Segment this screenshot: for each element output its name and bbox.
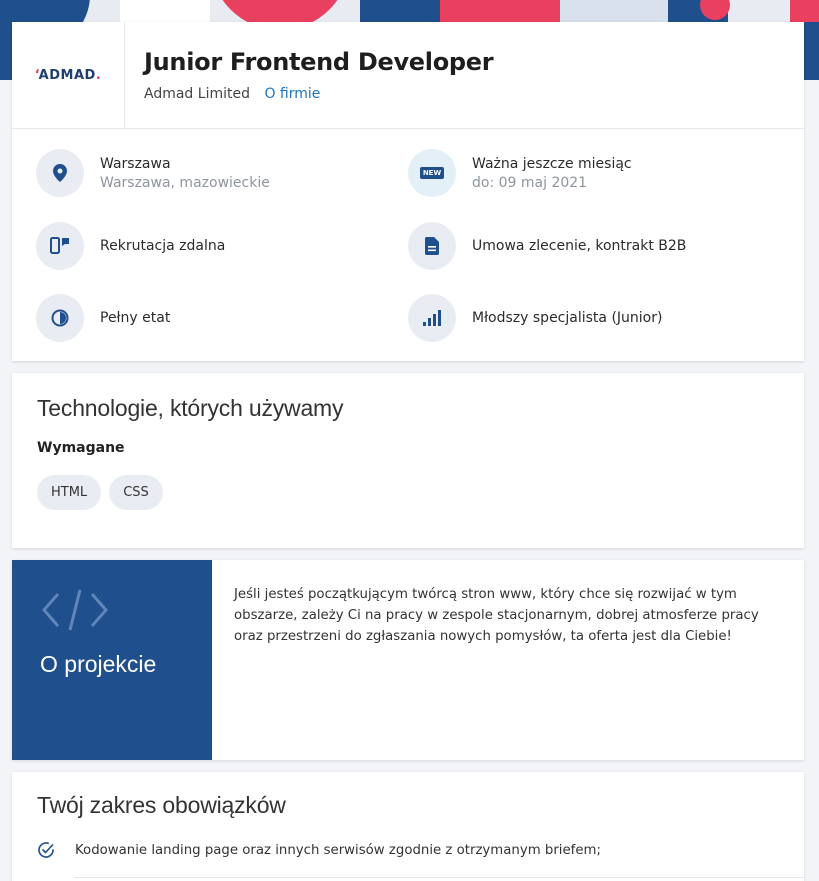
info-contract: Umowa zlecenie, kontrakt B2B [408, 222, 686, 270]
new-badge-text: NEW [419, 167, 445, 179]
level-text: Młodszy specjalista (Junior) [472, 310, 663, 326]
duty-item: Kodowanie landing page oraz innych serwi… [37, 841, 804, 859]
title-box: Junior Frontend Developer Admad Limited … [125, 22, 494, 128]
worktime-text: Pełny etat [100, 310, 171, 326]
technologies-card: Technologie, których używamy Wymagane HT… [12, 373, 804, 548]
tech-tag-html[interactable]: HTML [37, 475, 102, 510]
project-card: O projekcie Jeśli jesteś początkującym t… [12, 560, 804, 760]
company-logo[interactable]: ‘ADMAD. [12, 22, 125, 129]
check-circle-icon [38, 842, 54, 858]
contract-document-icon [408, 222, 456, 270]
location-sub: Warszawa, mazowieckie [100, 174, 270, 191]
required-label: Wymagane [37, 440, 125, 456]
duty-divider [74, 877, 804, 878]
code-icon [40, 588, 110, 636]
remote-recruitment-icon [36, 222, 84, 270]
job-title: Junior Frontend Developer [144, 48, 494, 76]
company-logo-text: ‘ADMAD. [34, 68, 102, 83]
duties-title: Twój zakres obowiązków [37, 792, 286, 818]
company-name[interactable]: Admad Limited [144, 86, 250, 102]
project-description: Jeśli jesteś początkującym twórcą stron … [234, 587, 759, 644]
info-recruitment: Rekrutacja zdalna [36, 222, 225, 270]
validity-sub: do: 09 maj 2021 [472, 174, 588, 191]
location-main: Warszawa [100, 155, 171, 172]
about-company-link[interactable]: O firmie [264, 86, 320, 102]
technologies-title: Technologie, których używamy [37, 395, 344, 421]
recruitment-text: Rekrutacja zdalna [100, 238, 226, 254]
info-location: Warszawa Warszawa, mazowieckie [36, 149, 270, 197]
offer-header-top: ‘ADMAD. Junior Frontend Developer Admad … [12, 22, 804, 129]
new-badge-icon: NEW [408, 149, 456, 197]
info-level: Młodszy specjalista (Junior) [408, 294, 662, 342]
project-side-panel: O projekcie [12, 560, 212, 760]
location-pin-icon [36, 149, 84, 197]
info-validity: NEW Ważna jeszcze miesiąc do: 09 maj 202… [408, 149, 632, 197]
offer-info-grid: Warszawa Warszawa, mazowieckie NEW Ważna… [12, 129, 804, 360]
company-line: Admad Limited O firmie [144, 86, 493, 102]
level-bars-icon [408, 294, 456, 342]
clock-icon [36, 294, 84, 342]
contract-text: Umowa zlecenie, kontrakt B2B [472, 238, 687, 254]
duty-text: Kodowanie landing page oraz innych serwi… [75, 842, 601, 858]
info-worktime: Pełny etat [36, 294, 170, 342]
required-tags: HTML CSS [37, 475, 804, 510]
project-title: O projekcie [40, 651, 157, 677]
offer-header-card: ‘ADMAD. Junior Frontend Developer Admad … [12, 22, 804, 361]
validity-main: Ważna jeszcze miesiąc [472, 155, 632, 172]
tech-tag-css[interactable]: CSS [109, 475, 163, 510]
duties-card: Twój zakres obowiązków Kodowanie landing… [12, 772, 804, 881]
